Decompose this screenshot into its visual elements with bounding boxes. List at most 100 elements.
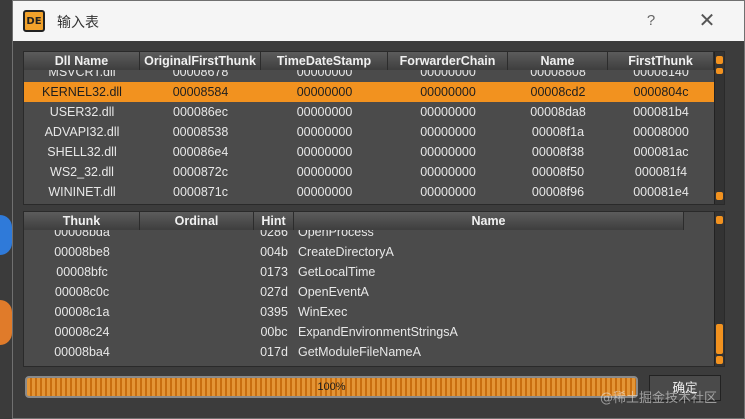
dll-column-header[interactable]: ForwarderChain xyxy=(388,52,508,70)
dll-column-header[interactable]: TimeDateStamp xyxy=(261,52,388,70)
table-cell: 0000872c xyxy=(173,165,228,179)
dll-column-header[interactable]: OriginalFirstThunk xyxy=(140,52,261,70)
table-row[interactable]: 00008c1a 0395 WinExec xyxy=(24,302,714,322)
table-row[interactable]: MSVCRT.dll 00008678 00000000 00000000 000088… xyxy=(24,70,714,82)
table-cell: 00008584 xyxy=(172,85,229,99)
table-cell: OpenProcess xyxy=(298,230,374,239)
table-cell: 000086e4 xyxy=(172,145,229,159)
table-row[interactable]: USER32.dll 000086ec 00000000 00000000 00008d… xyxy=(24,102,714,122)
table-cell: 0173 xyxy=(260,265,288,279)
table-cell: OpenEventA xyxy=(298,285,369,299)
table-cell: 00008be8 xyxy=(54,245,110,259)
table-cell: 00bc xyxy=(260,325,288,339)
table-row[interactable]: 00008be8 004b CreateDirectoryA xyxy=(24,242,714,262)
table-cell: 000081ac xyxy=(633,145,689,159)
table-cell: 00000000 xyxy=(420,185,476,199)
table-cell: 00008bda xyxy=(54,230,110,239)
table-cell: 000081f4 xyxy=(634,165,688,179)
title-bar[interactable]: DE 输入表 ? ✕ xyxy=(13,1,744,41)
table-cell: 00008c0c xyxy=(54,285,110,299)
table-cell: 00000000 xyxy=(296,85,353,99)
dll-table-header: Dll Name OriginalFirstThunk TimeDateStamp F… xyxy=(24,52,714,70)
close-button[interactable]: ✕ xyxy=(693,7,721,35)
dll-column-header[interactable]: Name xyxy=(508,52,608,70)
table-cell: 00008f50 xyxy=(531,165,585,179)
table-row[interactable]: 00008c24 00bc ExpandEnvironmentStringsA xyxy=(24,322,714,342)
table-cell: 00008c24 xyxy=(54,325,110,339)
table-row[interactable]: 00008ba4 017d GetModuleFileNameA xyxy=(24,342,714,362)
dll-scroll-thumb[interactable] xyxy=(716,68,723,74)
help-button[interactable]: ? xyxy=(641,9,661,33)
table-cell: 00000000 xyxy=(296,185,353,199)
progress-label: 100% xyxy=(317,381,346,393)
table-cell: 00008cd2 xyxy=(530,85,586,99)
thunk-table-header: Thunk Ordinal Hint Name xyxy=(24,212,684,230)
window-title: 输入表 xyxy=(57,15,99,31)
table-cell: 0000871c xyxy=(173,185,228,199)
scroll-up-arrow-icon[interactable] xyxy=(716,216,723,224)
table-cell: 00000000 xyxy=(296,145,353,159)
table-cell: 00000000 xyxy=(296,165,353,179)
thunk-column-header[interactable]: Ordinal xyxy=(140,212,254,230)
table-cell: WS2_32.dll xyxy=(50,165,114,179)
thunk-column-header[interactable]: Thunk xyxy=(24,212,140,230)
table-row[interactable]: ADVAPI32.dll 00008538 00000000 00000000 0000… xyxy=(24,122,714,142)
table-cell: 00008da8 xyxy=(530,105,586,119)
table-cell: ExpandEnvironmentStringsA xyxy=(298,325,458,339)
table-row[interactable]: KERNEL32.dll 00008584 00000000 00000000 0000… xyxy=(24,82,714,102)
table-row[interactable]: 00008bfc 0173 GetLocalTime xyxy=(24,262,714,282)
table-cell: 00000000 xyxy=(420,105,476,119)
progress-bar: 100% xyxy=(25,376,638,398)
function-scroll-thumb[interactable] xyxy=(716,324,723,354)
background-desktop xyxy=(0,0,12,419)
scroll-down-arrow-icon[interactable] xyxy=(716,356,723,364)
dll-list-panel: Dll Name OriginalFirstThunk TimeDateStamp F… xyxy=(23,51,725,205)
table-row[interactable]: WININET.dll 0000871c 00000000 00000000 00008… xyxy=(24,182,714,202)
dll-list-scrollbar[interactable] xyxy=(714,52,724,204)
table-cell: GetLocalTime xyxy=(298,265,376,279)
table-cell: 00008140 xyxy=(633,70,689,79)
import-table-dialog: DE 输入表 ? ✕ Dll Name OriginalFirstThunk Tim… xyxy=(12,0,745,419)
table-cell: 0286 xyxy=(260,230,288,239)
table-cell: 00000000 xyxy=(296,125,353,139)
table-cell: 004b xyxy=(260,245,288,259)
table-cell: 000081b4 xyxy=(633,105,689,119)
table-cell: 00000000 xyxy=(420,145,476,159)
table-row[interactable]: SHELL32.dll 000086e4 00000000 00000000 00008… xyxy=(24,142,714,162)
table-cell: 00008678 xyxy=(172,70,229,79)
table-cell: SHELL32.dll xyxy=(47,145,117,159)
table-cell: 00008f38 xyxy=(531,145,585,159)
table-cell: 00008000 xyxy=(633,125,689,139)
table-cell: 00008bfc xyxy=(56,265,108,279)
table-cell: GetModuleFileNameA xyxy=(298,345,421,359)
table-cell: 00000000 xyxy=(296,105,353,119)
table-cell: 00008f96 xyxy=(531,185,585,199)
dll-table-body: MSVCRT.dll 00008678 00000000 00000000 000088… xyxy=(24,70,714,204)
table-cell: 00008f1a xyxy=(531,125,585,139)
dll-column-header[interactable]: Dll Name xyxy=(24,52,140,70)
table-cell: 017d xyxy=(260,345,288,359)
table-row[interactable]: 00008bda 0286 OpenProcess xyxy=(24,230,714,242)
scroll-up-arrow-icon[interactable] xyxy=(716,56,723,64)
scroll-down-arrow-icon[interactable] xyxy=(716,192,723,200)
table-cell: WININET.dll xyxy=(48,185,116,199)
table-cell: 027d xyxy=(260,285,288,299)
thunk-column-header[interactable]: Hint xyxy=(254,212,294,230)
table-cell: 000086ec xyxy=(173,105,228,119)
table-cell: CreateDirectoryA xyxy=(298,245,394,259)
table-cell: WinExec xyxy=(298,305,348,319)
watermark-text: @稀土掘金技术社区 xyxy=(600,391,718,406)
table-cell: 00008c1a xyxy=(54,305,110,319)
table-cell: ADVAPI32.dll xyxy=(44,125,120,139)
table-cell: USER32.dll xyxy=(49,105,115,119)
table-cell: 0395 xyxy=(260,305,288,319)
table-cell: 000081e4 xyxy=(633,185,689,199)
table-cell: 00000000 xyxy=(296,70,353,79)
table-row[interactable]: 00008c0c 027d OpenEventA xyxy=(24,282,714,302)
table-cell: MSVCRT.dll xyxy=(48,70,116,79)
function-list-panel: Thunk Ordinal Hint Name 00008bda 0286 OpenPro… xyxy=(23,211,725,367)
table-row[interactable]: WS2_32.dll 0000872c 00000000 00000000 00008f… xyxy=(24,162,714,182)
thunk-column-header[interactable]: Name xyxy=(294,212,684,230)
dll-column-header[interactable]: FirstThunk xyxy=(608,52,714,70)
function-list-scrollbar[interactable] xyxy=(714,212,724,366)
